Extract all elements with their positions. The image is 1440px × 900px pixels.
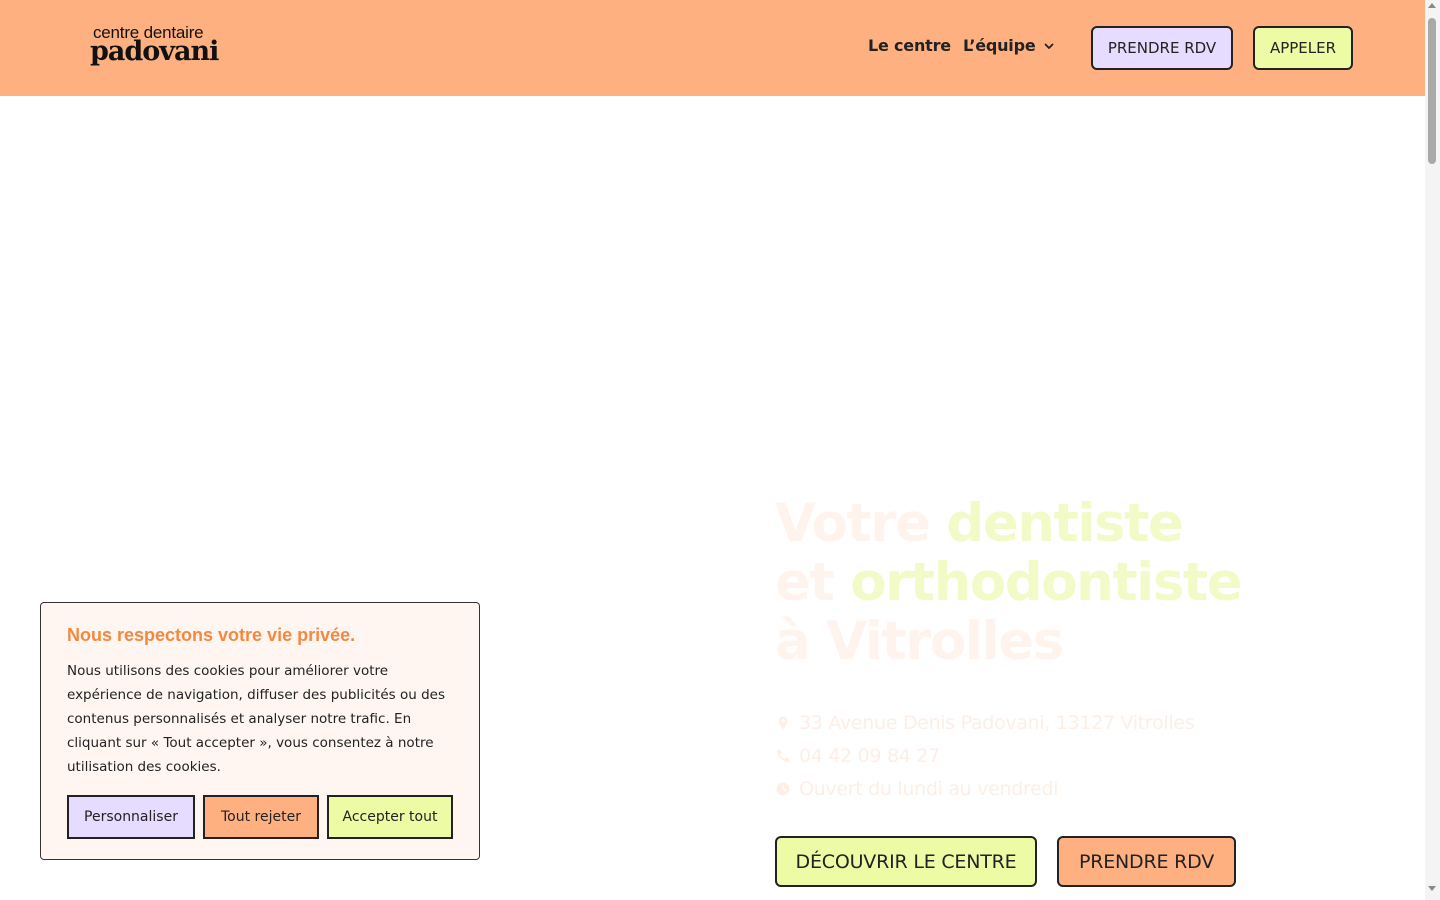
scroll-down-arrow-icon[interactable] — [1428, 886, 1436, 891]
hero-title-line-1: Votre dentiste — [775, 494, 1241, 553]
hero-phone-text: 04 42 09 84 27 — [799, 745, 940, 767]
nav-link-equipe[interactable]: L’équipe — [963, 36, 1055, 55]
cookie-description: Nous utilisons des cookies pour améliore… — [67, 663, 445, 775]
hero-title-orthodontiste: orthodontiste — [850, 552, 1242, 613]
site-logo[interactable]: centre dentaire padovani — [90, 24, 219, 67]
hero-phone[interactable]: 04 42 09 84 27 — [775, 745, 940, 767]
hero-address-text: 33 Avenue Denis Padovani, 13127 Vitrolle… — [799, 712, 1195, 734]
cookie-consent-banner: Nous respectons votre vie privée. Nous u… — [40, 602, 480, 860]
cookie-reject-all-button[interactable]: Tout rejeter — [203, 795, 319, 839]
hero-title-dentiste: dentiste — [946, 493, 1183, 554]
map-pin-icon — [778, 716, 788, 730]
hero-hours: Ouvert du lundi au vendredi — [775, 778, 1059, 800]
site-header: centre dentaire padovani Le centre L’équ… — [0, 0, 1425, 96]
hero-title-et: et — [775, 552, 851, 613]
hero-title-line-2: et orthodontiste — [775, 552, 1243, 613]
hero-title-votre: Votre — [775, 493, 947, 554]
scroll-up-arrow-icon[interactable] — [1428, 3, 1436, 8]
nav-link-centre[interactable]: Le centre — [868, 36, 951, 55]
clock-icon — [776, 782, 790, 796]
hero-address: 33 Avenue Denis Padovani, 13127 Vitrolle… — [775, 712, 1195, 734]
discover-centre-button[interactable]: DÉCOUVRIR LE CENTRE — [775, 836, 1037, 887]
phone-icon — [777, 750, 789, 762]
scrollbar-thumb[interactable] — [1428, 18, 1436, 164]
hero-book-appointment-button[interactable]: PRENDRE RDV — [1057, 836, 1236, 887]
logo-name: padovani — [90, 36, 219, 67]
hero-title-line-3: à Vitrolles — [775, 612, 1241, 671]
page-scrollbar[interactable] — [1425, 0, 1440, 900]
nav-equipe-label: L’équipe — [963, 36, 1036, 55]
hero-title: Votre dentiste et orthodontiste à Vitrol… — [775, 494, 1243, 671]
hero-title-vitrolles: à Vitrolles — [775, 611, 1064, 672]
cookie-customize-button[interactable]: Personnaliser — [67, 795, 195, 839]
hero-hours-text: Ouvert du lundi au vendredi — [799, 778, 1059, 800]
header-book-appointment-button[interactable]: PRENDRE RDV — [1091, 26, 1233, 70]
cookie-accept-all-button[interactable]: Accepter tout — [327, 795, 453, 839]
chevron-down-icon — [1045, 43, 1054, 49]
header-call-button[interactable]: APPELER — [1253, 26, 1353, 70]
cookie-title: Nous respectons votre vie privée. — [67, 625, 356, 645]
